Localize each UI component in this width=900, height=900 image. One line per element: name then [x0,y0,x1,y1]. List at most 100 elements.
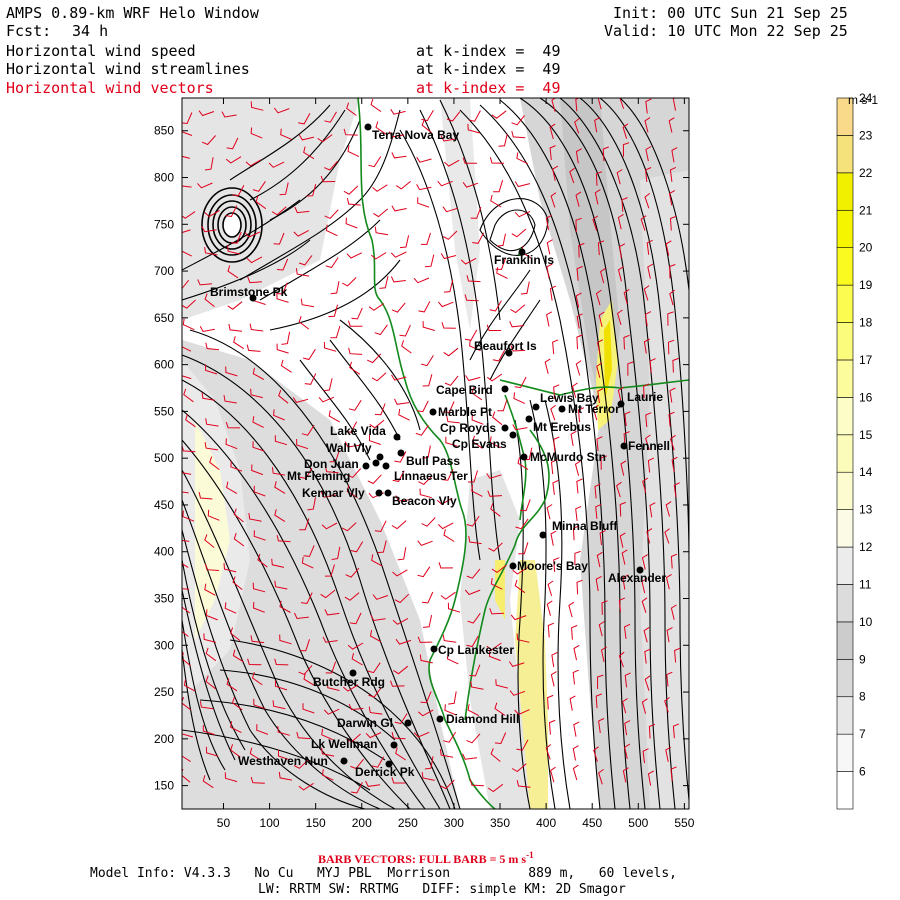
colorbar-label: 11 [859,577,872,591]
colorbar-unit: m s-1 [848,93,878,107]
station-dot [532,403,540,411]
station-label: Bull Pass [406,454,460,468]
y-tick-label: 650 [154,311,174,325]
station-dot [509,431,517,439]
x-tick-label: 500 [628,816,648,830]
station-dot [362,462,370,470]
y-tick-label: 400 [154,545,174,559]
station-dot [501,385,509,393]
y-tick-label: 700 [154,264,174,278]
station-label: Alexander [608,571,666,585]
colorbar-label: 13 [859,503,873,517]
x-tick-label: 550 [674,816,694,830]
colorbar-label: 16 [859,390,873,404]
y-tick-label: 600 [154,358,174,372]
colorbar: 6789101112131415161718192021222324 [836,91,873,810]
colorbar-swatch [836,696,854,735]
colorbar-label: 8 [859,690,866,704]
station-label: Diamond Hill [446,712,519,726]
station-label: Beacon Vly [392,494,457,508]
station-dot [509,562,517,570]
model-info-line2: LW: RRTM SW: RRTMG DIFF: simple KM: 2D S… [258,882,626,897]
station-label: Beaufort Is [474,339,537,353]
station-dot [390,741,398,749]
station-label: Laurie [627,390,663,404]
y-tick-label: 850 [154,124,174,138]
station-dot [429,408,437,416]
colorbar-label: 14 [859,465,873,479]
station-label: Kennar Vly [302,486,365,500]
colorbar-swatch [836,659,854,698]
colorbar-swatch [836,546,854,585]
x-tick-label: 300 [444,816,464,830]
station-dot [539,531,547,539]
x-tick-label: 100 [260,816,280,830]
station-dot [558,405,566,413]
colorbar-swatch [836,509,854,548]
station-label: Franklin Is [494,253,554,267]
station-label: Marble Pt [438,405,492,419]
barb-note: BARB VECTORS: FULL BARB = 5 m s-1 [318,850,534,866]
model-info-line1: Model Info: V4.3.3 No Cu MYJ PBL Morriso… [90,866,677,881]
station-dot [375,489,383,497]
station-dot [372,459,380,467]
station-label: Mt Terror [568,402,620,416]
x-tick-label: 250 [398,816,418,830]
wind-map-figure: 50 100 150 200 250 300 350 400 450 500 550 150 200 2… [154,91,878,830]
colorbar-label: 6 [859,765,866,779]
station-label: Butcher Rdg [313,675,385,689]
y-tick-label: 350 [154,592,174,606]
x-tick-label: 350 [490,816,510,830]
station-label: Minna Bluff [552,519,618,533]
station-label: Cp Royds [440,421,496,435]
y-tick-label: 500 [154,451,174,465]
station-dot [436,715,444,723]
station-label: Wall Vly [326,441,372,455]
station-dot [520,453,528,461]
colorbar-swatch [836,584,854,623]
colorbar-swatch [836,172,854,211]
colorbar-label: 23 [859,128,873,142]
colorbar-swatch [836,471,854,510]
station-label: Brimstone Pk [210,285,288,299]
colorbar-swatch [836,135,854,174]
station-label: Fennell [628,439,670,453]
colorbar-swatch [836,284,854,323]
colorbar-swatch [836,397,854,436]
colorbar-label: 18 [859,316,873,330]
colorbar-label: 21 [859,203,873,217]
x-tick-label: 50 [217,816,231,830]
station-label: Derrick Pk [355,765,415,779]
y-tick-label: 750 [154,217,174,231]
station-dot [376,453,384,461]
colorbar-label: 15 [859,428,873,442]
colorbar-label: 12 [859,540,873,554]
station-label: Cape Bird [436,383,493,397]
y-tick-label: 800 [154,171,174,185]
colorbar-swatch [836,771,854,810]
station-dot [382,462,390,470]
colorbar-label: 10 [859,615,873,629]
colorbar-swatch [836,733,854,772]
y-tick-label: 450 [154,498,174,512]
station-label: Terra Nova Bay [372,128,459,142]
colorbar-swatch [836,209,854,248]
station-label: Cp Lankester [438,643,514,657]
station-dot [501,424,509,432]
colorbar-swatch [836,621,854,660]
colorbar-label: 19 [859,278,873,292]
station-label: McMurdo Stn [530,450,606,464]
station-label: Westhaven Nun [238,754,328,768]
station-label: Moore's Bay [517,559,588,573]
station-label: Mt Fleming [287,469,350,483]
x-tick-label: 400 [536,816,556,830]
colorbar-swatch [836,322,854,361]
station-label: Darwin Gl [337,716,393,730]
colorbar-label: 7 [859,727,866,741]
colorbar-label: 9 [859,652,866,666]
station-label: Lk Wellman [311,737,377,751]
station-label: Mt Erebus [533,420,591,434]
station-dot [404,719,412,727]
y-tick-label: 250 [154,685,174,699]
colorbar-label: 22 [859,166,873,180]
